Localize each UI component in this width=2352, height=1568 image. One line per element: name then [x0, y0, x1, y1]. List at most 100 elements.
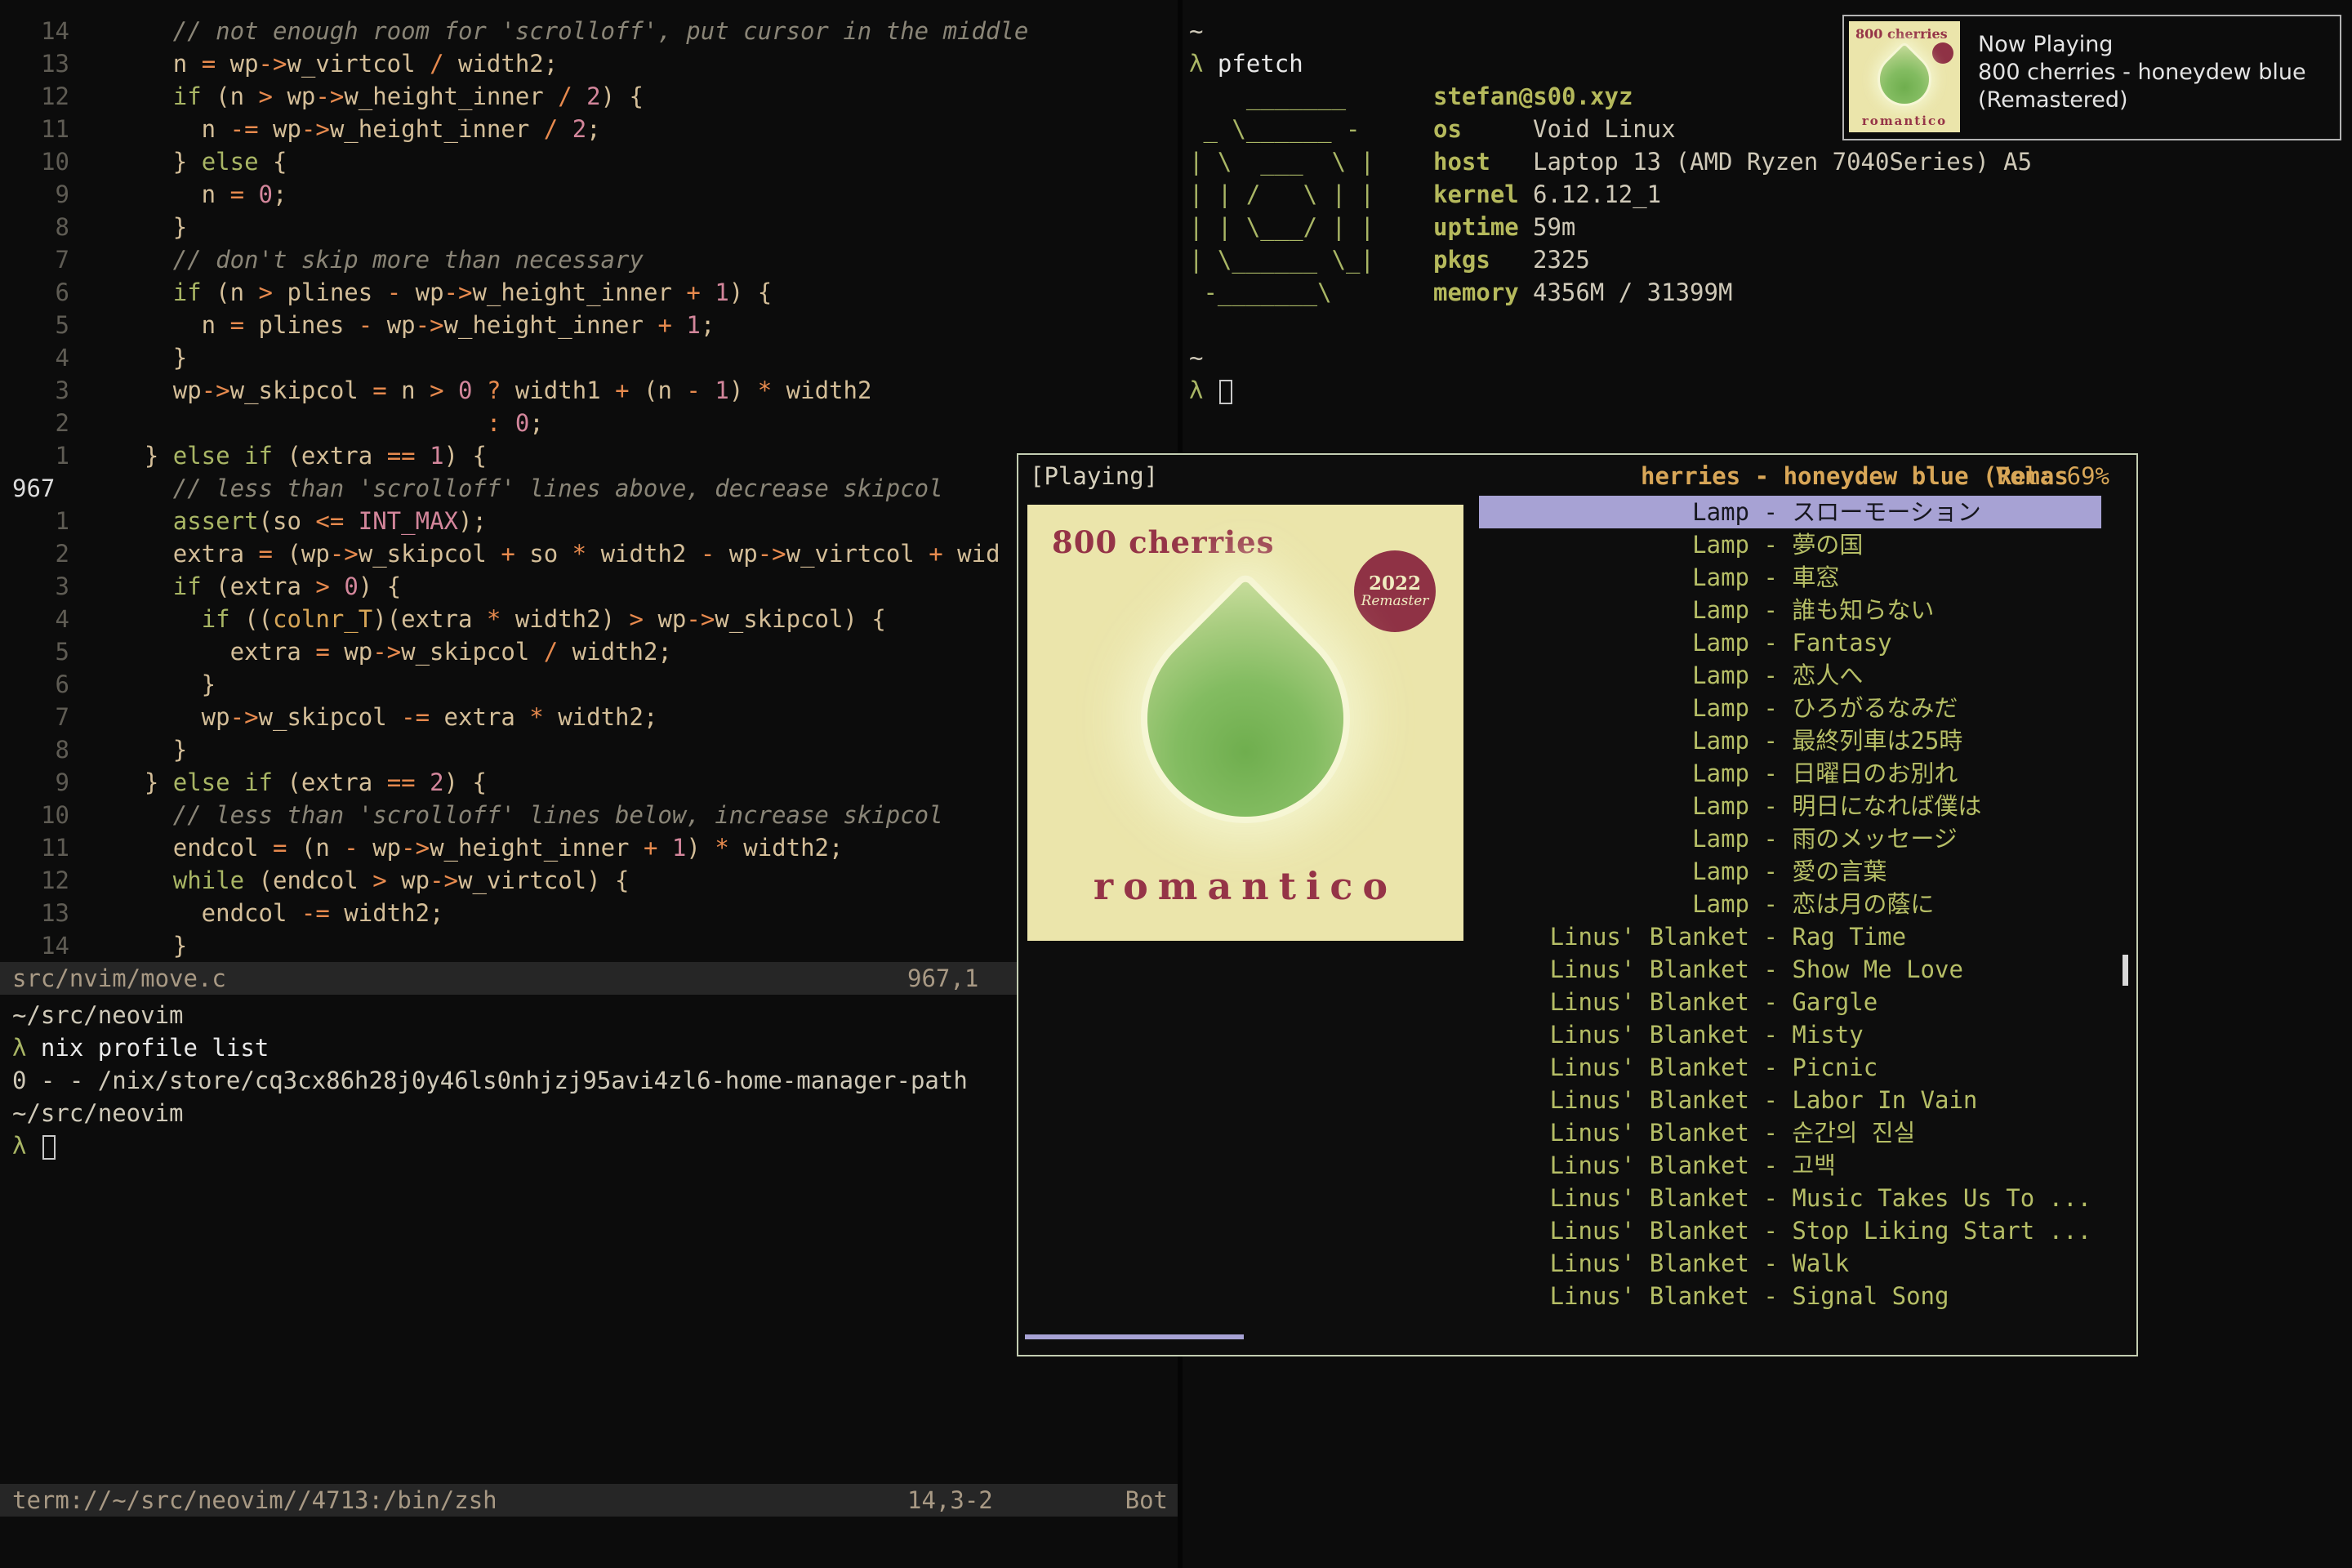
- terminal-line: ~/src/neovim: [12, 1097, 1178, 1129]
- playlist-separator: -: [1749, 1214, 1792, 1247]
- playlist-row[interactable]: Lamp - ひろがるなみだ: [1479, 692, 2101, 724]
- code-line[interactable]: 14 }: [12, 929, 1178, 962]
- code-line[interactable]: 7 // don't skip more than necessary: [12, 243, 1178, 276]
- line-number: 8: [12, 733, 69, 766]
- playlist-row[interactable]: Lamp - 恋は月の蔭に: [1479, 888, 2101, 920]
- code-line[interactable]: 3 wp->w_skipcol = n > 0 ? width1 + (n - …: [12, 374, 1178, 407]
- code-line[interactable]: 10 // less than 'scrolloff' lines below,…: [12, 799, 1178, 831]
- code-line[interactable]: 6 }: [12, 668, 1178, 701]
- playlist-row[interactable]: Lamp - 車窓: [1479, 561, 2101, 594]
- scrollbar-thumb[interactable]: [2123, 955, 2128, 986]
- player-progress-bar[interactable]: [1025, 1334, 1244, 1339]
- playlist-separator: -: [1749, 1280, 1792, 1312]
- code-line[interactable]: 4 if ((colnr_T)(extra * width2) > wp->w_…: [12, 603, 1178, 635]
- playlist-row[interactable]: Lamp - 雨のメッセージ: [1479, 822, 2101, 855]
- code-line[interactable]: 4 }: [12, 341, 1178, 374]
- playlist-separator: -: [1749, 855, 1792, 888]
- text-token: ~/src/neovim: [12, 1001, 184, 1029]
- code-line[interactable]: 3 if (extra > 0) {: [12, 570, 1178, 603]
- text-token: ->: [444, 278, 473, 306]
- text-token: [87, 82, 173, 110]
- playlist-row[interactable]: Linus' Blanket - 순간의 진실: [1479, 1116, 2101, 1149]
- playlist-separator: -: [1749, 920, 1792, 953]
- code-line[interactable]: 6 if (n > plines - wp->w_height_inner + …: [12, 276, 1178, 309]
- playlist-row[interactable]: Lamp - 誰も知らない: [1479, 594, 2101, 626]
- pfetch-info-row: kernel6.12.12_1: [1433, 178, 2032, 211]
- playlist-row[interactable]: Linus' Blanket - Signal Song: [1479, 1280, 2101, 1312]
- text-token: w_skipcol: [230, 376, 373, 404]
- thumb-artist-text: 800 cherries: [1855, 26, 1948, 42]
- code-line[interactable]: 13 n = wp->w_virtcol / width2;: [12, 47, 1178, 80]
- text-token: 0: [344, 572, 358, 600]
- terminal-statusline[interactable]: term://~/src/neovim//4713:/bin/zsh 14,3-…: [0, 1484, 1178, 1517]
- text-token: // don't skip more than necessary: [87, 246, 644, 274]
- text-token: width2: [586, 540, 701, 568]
- code-line[interactable]: 9 } else if (extra == 2) {: [12, 766, 1178, 799]
- code-line[interactable]: 1 } else if (extra == 1) {: [12, 439, 1178, 472]
- text-token: wp: [401, 278, 443, 306]
- playlist-row[interactable]: Lamp - Fantasy: [1479, 626, 2101, 659]
- code-line[interactable]: 11 n -= wp->w_height_inner / 2;: [12, 113, 1178, 145]
- editor-window[interactable]: 14 // not enough room for 'scrolloff', p…: [0, 0, 1178, 962]
- code-line[interactable]: 12 if (n > wp->w_height_inner / 2) {: [12, 80, 1178, 113]
- text-token: pfetch: [1218, 50, 1303, 78]
- pfetch-info-row: hostLaptop 13 (AMD Ryzen 7040Series) A5: [1433, 145, 2032, 178]
- text-token: 0 - - /nix/store/cq3cx86h28j0y46ls0nhjzj…: [12, 1067, 968, 1094]
- code-line[interactable]: 10 } else {: [12, 145, 1178, 178]
- code-text: if ((colnr_T)(extra * width2) > wp->w_sk…: [87, 605, 886, 633]
- text-token: +: [929, 540, 942, 568]
- playlist-row[interactable]: Linus' Blanket - Stop Liking Start ...: [1479, 1214, 2101, 1247]
- editor-statusline[interactable]: src/nvim/move.c 967,1: [0, 962, 1178, 995]
- text-token: }: [87, 768, 173, 796]
- code-line[interactable]: 1 assert(so <= INT_MAX);: [12, 505, 1178, 537]
- text-token: wp: [330, 638, 372, 666]
- code-line[interactable]: 7 wp->w_skipcol -= extra * width2;: [12, 701, 1178, 733]
- playlist-row[interactable]: Lamp - 日曜日のお別れ: [1479, 757, 2101, 790]
- playlist-row[interactable]: Linus' Blanket - Rag Time: [1479, 920, 2101, 953]
- code-line[interactable]: 5 n = plines - wp->w_height_inner + 1;: [12, 309, 1178, 341]
- playlist-row[interactable]: Linus' Blanket - Labor In Vain: [1479, 1084, 2101, 1116]
- playlist-row[interactable]: Linus' Blanket - Picnic: [1479, 1051, 2101, 1084]
- playlist-row[interactable]: Linus' Blanket - Show Me Love: [1479, 953, 2101, 986]
- code-line[interactable]: 5 extra = wp->w_skipcol / width2;: [12, 635, 1178, 668]
- playlist-row[interactable]: Linus' Blanket - Walk: [1479, 1247, 2101, 1280]
- code-text: if (n > plines - wp->w_height_inner + 1)…: [87, 278, 772, 306]
- text-token: (so: [259, 507, 316, 535]
- notification-remastered: (Remastered): [1978, 87, 2306, 114]
- playlist-row[interactable]: Lamp - 明日になれば僕は: [1479, 790, 2101, 822]
- playlist-row[interactable]: Linus' Blanket - Gargle: [1479, 986, 2101, 1018]
- text-token: if: [244, 442, 273, 470]
- playlist-title: 恋人へ: [1792, 659, 2101, 692]
- text-token: >: [630, 605, 644, 633]
- text-token: INT_MAX: [359, 507, 458, 535]
- playlist-row[interactable]: Lamp - 恋人へ: [1479, 659, 2101, 692]
- playlist[interactable]: Lamp - スローモーションLamp - 夢の国Lamp - 車窓Lamp -…: [1479, 496, 2101, 1312]
- code-line[interactable]: 14 // not enough room for 'scrolloff', p…: [12, 15, 1178, 47]
- playlist-separator: -: [1749, 1116, 1792, 1149]
- now-playing-notification[interactable]: 800 cherries romantico Now Playing 800 c…: [1842, 15, 2341, 140]
- code-line[interactable]: 2 : 0;: [12, 407, 1178, 439]
- code-line[interactable]: 2 extra = (wp->w_skipcol + so * width2 -…: [12, 537, 1178, 570]
- terminal-buffer-left[interactable]: ~/src/neovimλ nix profile list0 - - /nix…: [0, 995, 1178, 1162]
- code-line[interactable]: 8 }: [12, 733, 1178, 766]
- playlist-artist: Lamp: [1479, 496, 1749, 528]
- playlist-row[interactable]: Lamp - 最終列車は25時: [1479, 724, 2101, 757]
- code-line[interactable]: 11 endcol = (n - wp->w_height_inner + 1)…: [12, 831, 1178, 864]
- code-line[interactable]: 13 endcol -= width2;: [12, 897, 1178, 929]
- playlist-row[interactable]: Linus' Blanket - 고백: [1479, 1149, 2101, 1182]
- text-token: wp: [644, 605, 686, 633]
- text-token: }: [87, 344, 187, 372]
- text-token: else: [202, 148, 259, 176]
- code-line[interactable]: 9 n = 0;: [12, 178, 1178, 211]
- code-line[interactable]: 12 while (endcol > wp->w_virtcol) {: [12, 864, 1178, 897]
- text-token: [416, 768, 430, 796]
- text-token: else: [173, 442, 230, 470]
- playlist-row[interactable]: Lamp - スローモーション: [1479, 496, 2101, 528]
- playlist-row[interactable]: Lamp - 愛の言葉: [1479, 855, 2101, 888]
- playlist-row[interactable]: Linus' Blanket - Misty: [1479, 1018, 2101, 1051]
- playlist-separator: -: [1749, 1018, 1792, 1051]
- code-line[interactable]: 8 }: [12, 211, 1178, 243]
- playlist-row[interactable]: Lamp - 夢の国: [1479, 528, 2101, 561]
- code-line[interactable]: 967 // less than 'scrolloff' lines above…: [12, 472, 1178, 505]
- playlist-row[interactable]: Linus' Blanket - Music Takes Us To ...: [1479, 1182, 2101, 1214]
